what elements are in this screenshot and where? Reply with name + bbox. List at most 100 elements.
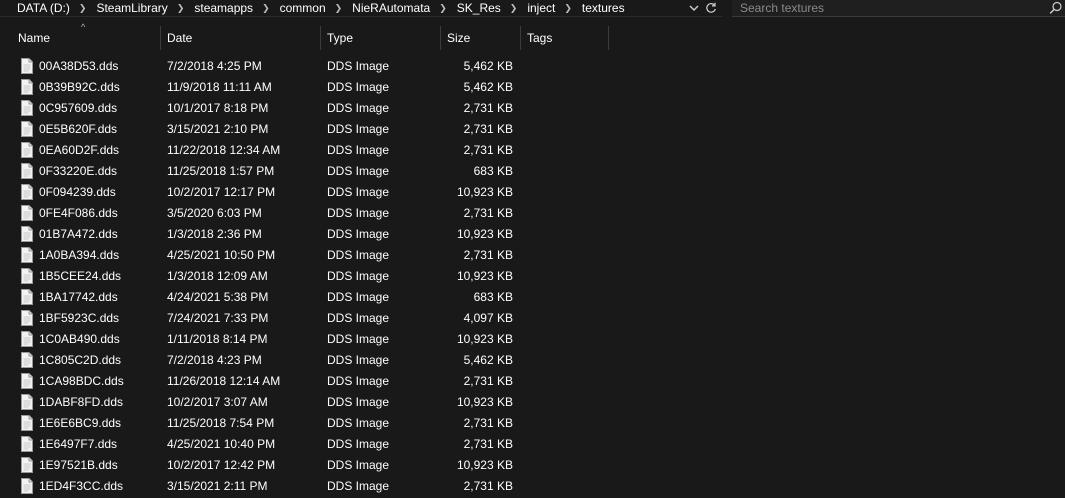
- document-icon: [21, 79, 33, 95]
- column-header-type[interactable]: Type: [321, 26, 440, 50]
- file-row[interactable]: 0F33220E.dds 11/25/2018 1:57 PM DDS Imag…: [0, 161, 1065, 182]
- document-icon: [21, 457, 33, 473]
- breadcrumb-item-steamlibrary[interactable]: SteamLibrary: [96, 1, 167, 15]
- file-row[interactable]: 1C805C2D.dds 7/2/2018 4:23 PM DDS Image …: [0, 350, 1065, 371]
- chevron-right-icon[interactable]: ❯: [501, 1, 528, 15]
- refresh-icon: [706, 2, 716, 13]
- file-type: DDS Image: [327, 353, 390, 367]
- file-row[interactable]: 1BF5923C.dds 7/24/2021 7:33 PM DDS Image…: [0, 308, 1065, 329]
- breadcrumb-item-steamapps[interactable]: steamapps: [194, 1, 253, 15]
- column-header-date[interactable]: Date: [161, 26, 320, 50]
- file-row[interactable]: 1DABF8FD.dds 10/2/2017 3:07 AM DDS Image…: [0, 392, 1065, 413]
- file-date: 11/22/2018 12:34 AM: [167, 143, 281, 157]
- file-type: DDS Image: [327, 311, 390, 325]
- search-box[interactable]: [732, 0, 1065, 17]
- file-type: DDS Image: [327, 248, 390, 262]
- file-type: DDS Image: [327, 206, 390, 220]
- file-row[interactable]: 01B7A472.dds 1/3/2018 2:36 PM DDS Image …: [0, 224, 1065, 245]
- column-header-tags[interactable]: Tags: [521, 26, 608, 50]
- chevron-right-icon[interactable]: ❯: [326, 1, 353, 15]
- file-name: 0FE4F086.dds: [39, 206, 118, 220]
- breadcrumb-item-sk-res[interactable]: SK_Res: [457, 1, 501, 15]
- file-date: 11/25/2018 1:57 PM: [167, 164, 275, 178]
- file-date: 10/1/2017 8:18 PM: [167, 101, 269, 115]
- refresh-button[interactable]: [704, 0, 718, 16]
- file-date: 4/25/2021 10:40 PM: [167, 437, 276, 451]
- file-size: 2,731 KB: [463, 479, 513, 493]
- column-header-size[interactable]: Size: [441, 26, 520, 50]
- document-icon: [21, 289, 33, 305]
- file-type: DDS Image: [327, 437, 390, 451]
- file-type: DDS Image: [327, 185, 390, 199]
- breadcrumb-item-nierautomata[interactable]: NieRAutomata: [352, 1, 430, 15]
- file-size: 10,923 KB: [456, 269, 513, 283]
- chevron-right-icon[interactable]: ❯: [555, 1, 582, 15]
- file-size: 2,731 KB: [463, 122, 513, 136]
- file-size: 4,097 KB: [463, 311, 513, 325]
- file-row[interactable]: 00A38D53.dds 7/2/2018 4:25 PM DDS Image …: [0, 56, 1065, 77]
- breadcrumb: DATA (D:) ❯ SteamLibrary ❯ steamapps ❯ c…: [0, 0, 625, 16]
- file-row[interactable]: 1ED4F3CC.dds 3/15/2021 2:11 PM DDS Image…: [0, 476, 1065, 497]
- file-list: 00A38D53.dds 7/2/2018 4:25 PM DDS Image …: [0, 56, 1065, 497]
- file-size: 5,462 KB: [463, 353, 513, 367]
- file-row[interactable]: 1CA98BDC.dds 11/26/2018 12:14 AM DDS Ima…: [0, 371, 1065, 392]
- file-name: 1CA98BDC.dds: [39, 374, 124, 388]
- file-name: 1BA17742.dds: [39, 290, 118, 304]
- file-row[interactable]: 1BA17742.dds 4/24/2021 5:38 PM DDS Image…: [0, 287, 1065, 308]
- file-size: 2,731 KB: [463, 248, 513, 262]
- file-row[interactable]: 0EA60D2F.dds 11/22/2018 12:34 AM DDS Ima…: [0, 140, 1065, 161]
- file-date: 1/3/2018 2:36 PM: [167, 227, 262, 241]
- file-type: DDS Image: [327, 458, 390, 472]
- file-row[interactable]: 0F094239.dds 10/2/2017 12:17 PM DDS Imag…: [0, 182, 1065, 203]
- file-name: 01B7A472.dds: [39, 227, 118, 241]
- file-type: DDS Image: [327, 479, 390, 493]
- file-row[interactable]: 0C957609.dds 10/1/2017 8:18 PM DDS Image…: [0, 98, 1065, 119]
- breadcrumb-item-common[interactable]: common: [280, 1, 326, 15]
- file-size: 10,923 KB: [456, 227, 513, 241]
- document-icon: [21, 100, 33, 116]
- chevron-right-icon[interactable]: ❯: [70, 1, 97, 15]
- file-row[interactable]: 0B39B92C.dds 11/9/2018 11:11 AM DDS Imag…: [0, 77, 1065, 98]
- search-input[interactable]: [732, 0, 1040, 16]
- file-date: 4/25/2021 10:50 PM: [167, 248, 276, 262]
- column-divider[interactable]: [608, 26, 609, 50]
- file-row[interactable]: 1E6497F7.dds 4/25/2021 10:40 PM DDS Imag…: [0, 434, 1065, 455]
- file-row[interactable]: 1B5CEE24.dds 1/3/2018 12:09 AM DDS Image…: [0, 266, 1065, 287]
- file-row[interactable]: 0FE4F086.dds 3/5/2020 6:03 PM DDS Image …: [0, 203, 1065, 224]
- file-row[interactable]: 1E6E6BC9.dds 11/25/2018 7:54 PM DDS Imag…: [0, 413, 1065, 434]
- breadcrumb-item-inject[interactable]: inject: [527, 1, 555, 15]
- file-type: DDS Image: [327, 80, 390, 94]
- search-icon[interactable]: [1049, 1, 1063, 15]
- file-row[interactable]: 1A0BA394.dds 4/25/2021 10:50 PM DDS Imag…: [0, 245, 1065, 266]
- address-history-dropdown[interactable]: [688, 1, 700, 15]
- document-icon: [21, 352, 33, 368]
- file-date: 4/24/2021 5:38 PM: [167, 290, 269, 304]
- file-date: 11/25/2018 7:54 PM: [167, 416, 275, 430]
- file-name: 1E97521B.dds: [39, 458, 118, 472]
- file-type: DDS Image: [327, 227, 390, 241]
- file-date: 7/2/2018 4:25 PM: [167, 59, 262, 73]
- address-bar[interactable]: DATA (D:) ❯ SteamLibrary ❯ steamapps ❯ c…: [0, 0, 722, 17]
- file-size: 2,731 KB: [463, 374, 513, 388]
- document-icon: [21, 331, 33, 347]
- file-row[interactable]: 1C0AB490.dds 1/11/2018 8:14 PM DDS Image…: [0, 329, 1065, 350]
- file-type: DDS Image: [327, 332, 390, 346]
- breadcrumb-item-textures[interactable]: textures: [582, 1, 625, 15]
- breadcrumb-item-drive[interactable]: DATA (D:): [17, 1, 70, 15]
- chevron-right-icon[interactable]: ❯: [253, 1, 280, 15]
- column-header-name[interactable]: Name: [12, 26, 160, 50]
- chevron-right-icon[interactable]: ❯: [430, 1, 457, 15]
- document-icon: [21, 184, 33, 200]
- file-row[interactable]: 0E5B620F.dds 3/15/2021 2:10 PM DDS Image…: [0, 119, 1065, 140]
- document-icon: [21, 415, 33, 431]
- file-name: 0F33220E.dds: [39, 164, 118, 178]
- document-icon: [21, 247, 33, 263]
- file-date: 1/11/2018 8:14 PM: [167, 332, 268, 346]
- file-name: 1A0BA394.dds: [39, 248, 120, 262]
- chevron-right-icon[interactable]: ❯: [168, 1, 195, 15]
- file-size: 683 KB: [473, 290, 513, 304]
- file-row[interactable]: 1E97521B.dds 10/2/2017 12:42 PM DDS Imag…: [0, 455, 1065, 476]
- file-size: 2,731 KB: [463, 437, 513, 451]
- file-size: 10,923 KB: [456, 395, 513, 409]
- document-icon: [21, 268, 33, 284]
